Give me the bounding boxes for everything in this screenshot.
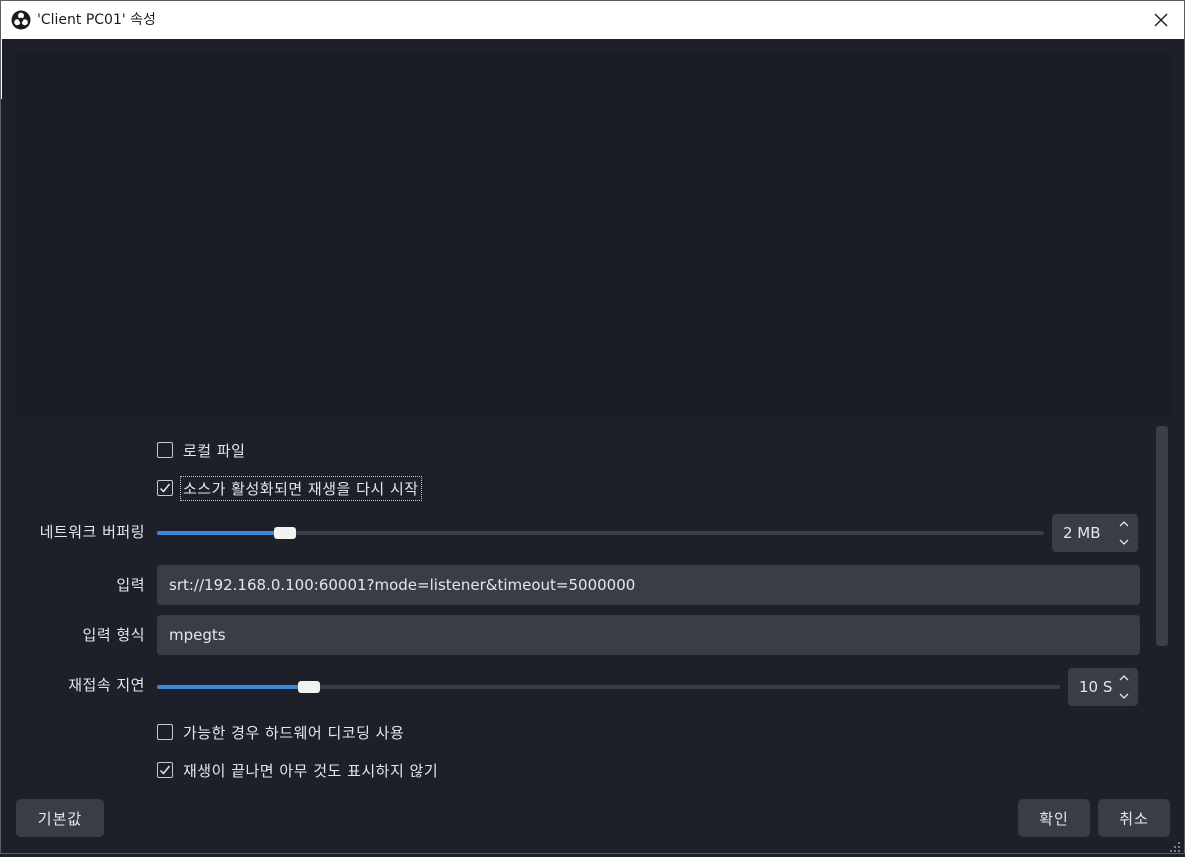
input-field[interactable]: srt://192.168.0.100:60001?mode=listener&… — [157, 565, 1140, 605]
restart-on-activate-label: 소스가 활성화되면 재생을 다시 시작 — [180, 475, 422, 501]
reconnect-delay-spinbox[interactable]: 10 S — [1068, 668, 1138, 706]
hw-decode-checkbox[interactable] — [157, 724, 173, 740]
input-label: 입력 — [116, 576, 145, 594]
restart-on-activate-checkbox[interactable] — [157, 480, 173, 496]
close-icon[interactable] — [1138, 1, 1184, 39]
title-bar: 'Client PC01' 속성 — [1, 1, 1184, 39]
reconnect-delay-slider[interactable] — [157, 676, 1060, 696]
local-file-row[interactable]: 로컬 파일 — [157, 438, 245, 462]
window-edge — [1, 39, 2, 99]
chevron-down-icon[interactable] — [1118, 690, 1130, 702]
close-when-inactive-checkbox[interactable] — [157, 762, 173, 778]
obs-logo-icon — [11, 10, 31, 30]
hw-decode-label: 가능한 경우 하드웨어 디코딩 사용 — [183, 723, 405, 742]
chevron-up-icon[interactable] — [1118, 672, 1130, 684]
chevron-up-icon[interactable] — [1118, 518, 1130, 530]
reconnect-delay-value: 10 S — [1079, 678, 1113, 696]
window-title: 'Client PC01' 속성 — [37, 12, 156, 28]
network-buffering-label: 네트워크 버퍼링 — [39, 523, 145, 541]
local-file-checkbox[interactable] — [157, 442, 173, 458]
defaults-button[interactable]: 기본값 — [16, 799, 104, 837]
slider-fill — [157, 685, 309, 689]
input-format-value: mpegts — [169, 626, 226, 644]
slider-fill — [157, 531, 285, 535]
checkmark-icon — [159, 765, 171, 775]
local-file-label: 로컬 파일 — [183, 441, 246, 460]
cancel-button[interactable]: 취소 — [1098, 799, 1170, 837]
input-value: srt://192.168.0.100:60001?mode=listener&… — [169, 576, 636, 594]
restart-on-activate-row[interactable]: 소스가 활성화되면 재생을 다시 시작 — [157, 475, 422, 501]
source-preview — [15, 53, 1170, 417]
chevron-down-icon[interactable] — [1118, 536, 1130, 548]
ok-button[interactable]: 확인 — [1018, 799, 1090, 837]
hw-decode-row[interactable]: 가능한 경우 하드웨어 디코딩 사용 — [157, 720, 404, 744]
checkmark-icon — [159, 483, 171, 493]
input-format-field[interactable]: mpegts — [157, 615, 1140, 655]
slider-handle[interactable] — [274, 527, 296, 539]
network-buffering-slider[interactable] — [157, 522, 1044, 542]
close-when-inactive-label: 재생이 끝나면 아무 것도 표시하지 않기 — [183, 761, 439, 780]
reconnect-delay-label: 재접속 지연 — [68, 676, 145, 694]
slider-handle[interactable] — [298, 681, 320, 693]
resize-grip-icon[interactable] — [1169, 838, 1181, 852]
input-format-label: 입력 형식 — [82, 626, 145, 644]
properties-dialog: 'Client PC01' 속성 로컬 파일 소스가 활성화되면 재생을 다시 … — [0, 0, 1185, 854]
close-when-inactive-row[interactable]: 재생이 끝나면 아무 것도 표시하지 않기 — [157, 758, 438, 782]
scrollbar-thumb[interactable] — [1156, 426, 1168, 646]
network-buffering-spinbox[interactable]: 2 MB — [1052, 514, 1138, 552]
network-buffering-value: 2 MB — [1063, 524, 1101, 542]
